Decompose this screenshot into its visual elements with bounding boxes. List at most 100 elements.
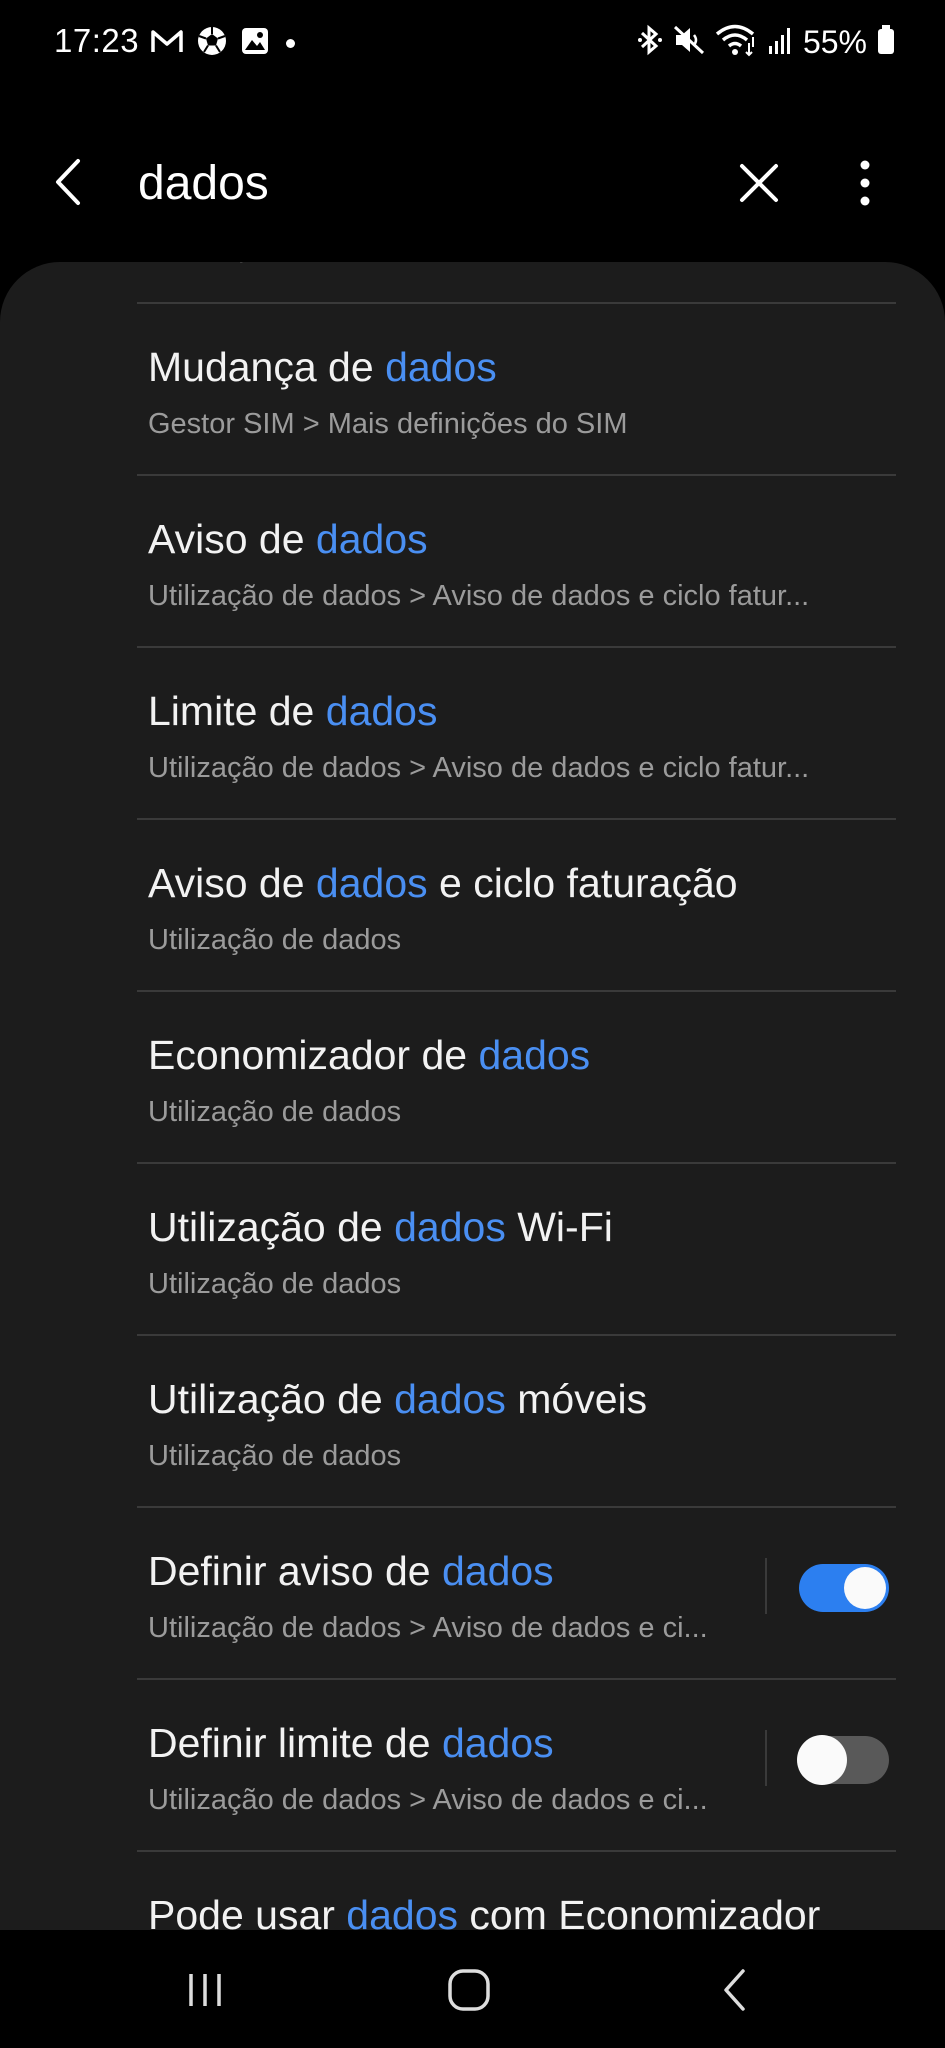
result-title-highlight: dados: [346, 1892, 459, 1930]
list-divider: [137, 1850, 896, 1852]
home-icon: [448, 1969, 490, 2011]
toggle-switch-on[interactable]: [799, 1564, 889, 1612]
notification-dot: [286, 38, 295, 48]
search-result-item[interactable]: Aviso de dados e ciclo faturação Utilizaç…: [0, 818, 945, 990]
wifi-icon: [715, 23, 757, 62]
result-title: Definir aviso de dados: [148, 1548, 554, 1595]
result-title-suffix: Wi-Fi: [505, 1204, 613, 1250]
search-result-item[interactable]: Utilização de dados móveis Utilização de …: [0, 1334, 945, 1506]
search-result-item[interactable]: Pode usar dados com Economizador: [0, 1850, 945, 1930]
result-title-suffix: com Economizador: [458, 1892, 821, 1930]
toggle-separator: [765, 1730, 767, 1786]
recent-apps-icon: [189, 1974, 221, 2006]
clear-search-button[interactable]: [732, 156, 786, 210]
result-title-text: Limite de: [148, 688, 326, 734]
search-result-item[interactable]: Definir limite de dados Utilização de dad…: [0, 1678, 945, 1850]
search-result-item[interactable]: Economizador de dados Utilização de dados: [0, 990, 945, 1162]
back-arrow-icon: [724, 1969, 745, 2011]
list-divider: [137, 1334, 896, 1336]
gmail-icon: [150, 27, 184, 60]
result-path: Gestor SIM > Mais definições do SIM: [148, 408, 628, 440]
result-path: Utilização de dados > Aviso de dados e c…: [148, 752, 810, 784]
notification-icons: [150, 26, 295, 60]
toggle-knob: [844, 1567, 886, 1609]
result-title-suffix: e ciclo faturação: [427, 860, 738, 906]
result-title-text: Aviso de: [148, 516, 316, 562]
list-divider: [137, 474, 896, 476]
result-path: Utilização de dados: [148, 924, 402, 956]
chevron-left-icon: [56, 159, 80, 205]
gallery-icon: [240, 26, 270, 61]
result-title-text: Pode usar: [148, 1892, 347, 1930]
result-title: Utilização de dados Wi-Fi: [148, 1204, 613, 1251]
list-divider: [137, 1506, 896, 1508]
result-title-highlight: dados: [441, 1720, 554, 1766]
result-title: Aviso de dados: [148, 516, 428, 563]
result-path: Utilização de dados > Aviso de dados e c…: [148, 1612, 708, 1644]
result-title-highlight: dados: [385, 344, 497, 390]
result-path: Utilização de dados > Aviso de dados e c…: [148, 580, 810, 612]
result-title: Economizador de dados: [148, 1032, 590, 1079]
result-title-highlight: dados: [441, 1548, 554, 1594]
status-time: 17:23: [54, 22, 140, 59]
battery-icon: [877, 24, 895, 60]
navigation-bar: [0, 1930, 945, 2048]
search-result-item[interactable]: Utilização de dados Wi-Fi Utilização de d…: [0, 1162, 945, 1334]
result-title-text: Aviso de: [148, 860, 316, 906]
result-title-highlight: dados: [315, 516, 428, 562]
result-path: Utilização de dados: [148, 1096, 402, 1128]
nav-back-button[interactable]: [700, 1960, 770, 2020]
list-divider: [137, 990, 896, 992]
result-path: Utilização de dados: [148, 1268, 402, 1300]
result-path: Utilização de dados > Aviso de dados e c…: [148, 1784, 708, 1816]
search-result-item[interactable]: Aviso de dados Utilização de dados > Avis…: [0, 474, 945, 646]
toggle-switch-off[interactable]: [797, 1735, 889, 1785]
search-header: dados: [0, 130, 945, 240]
recent-apps-button[interactable]: [170, 1960, 240, 2020]
result-path: Utilização de dados: [148, 1440, 402, 1472]
result-title-text: Definir aviso de: [148, 1548, 442, 1594]
back-button[interactable]: [40, 154, 96, 210]
toggle-knob: [797, 1735, 847, 1785]
list-divider: [137, 1678, 896, 1680]
result-title-highlight: dados: [478, 1032, 591, 1078]
search-result-item[interactable]: Definir aviso de dados Utilização de dado…: [0, 1506, 945, 1678]
soccer-ball-icon: [196, 25, 228, 62]
result-title-text: Utilização de: [148, 1376, 395, 1422]
system-icons: 55%: [637, 22, 895, 62]
search-result-item[interactable]: Mudança de dados Gestor SIM > Mais defini…: [0, 302, 945, 474]
result-title-text: Mudança de: [148, 344, 386, 390]
result-title-text: Utilização de: [148, 1204, 395, 1250]
result-title-highlight: dados: [394, 1376, 506, 1422]
result-title: Limite de dados: [148, 688, 437, 735]
result-title: Definir limite de dados: [148, 1720, 554, 1767]
signal-icon: [767, 24, 793, 61]
status-bar: 17:23 55%: [0, 0, 945, 90]
result-title-highlight: dados: [315, 860, 428, 906]
result-title: Aviso de dados e ciclo faturação: [148, 860, 738, 907]
result-title: Utilização de dados móveis: [148, 1376, 647, 1423]
close-icon: [740, 164, 778, 202]
result-title-highlight: dados: [394, 1204, 506, 1250]
list-divider: [137, 646, 896, 648]
toggle-separator: [765, 1558, 767, 1614]
list-divider: [137, 818, 896, 820]
result-title-highlight: dados: [325, 688, 438, 734]
bluetooth-icon: [637, 23, 663, 62]
more-options-button[interactable]: [840, 156, 890, 210]
partially-hidden-result: [0, 262, 945, 288]
result-title: Mudança de dados: [148, 344, 497, 391]
cut-off-text: [236, 262, 253, 263]
result-title-text: Definir limite de: [148, 1720, 442, 1766]
search-result-item[interactable]: Limite de dados Utilização de dados > Avi…: [0, 646, 945, 818]
more-vertical-icon: [860, 160, 870, 206]
search-input[interactable]: dados: [138, 156, 269, 211]
search-results-card: Mudança de dados Gestor SIM > Mais defini…: [0, 262, 945, 1930]
list-divider: [137, 1162, 896, 1164]
search-results-list: Mudança de dados Gestor SIM > Mais defini…: [0, 302, 945, 1930]
mute-icon: [673, 23, 705, 62]
home-button[interactable]: [434, 1960, 504, 2020]
result-title-suffix: móveis: [505, 1376, 648, 1422]
battery-percentage: 55%: [802, 23, 867, 60]
list-divider: [137, 302, 896, 304]
